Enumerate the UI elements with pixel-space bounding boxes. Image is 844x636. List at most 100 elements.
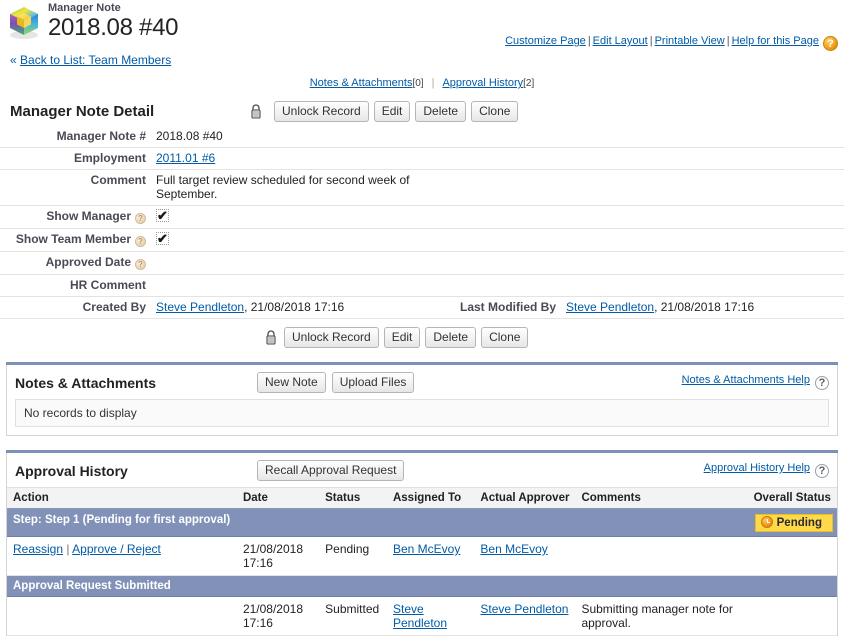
notes-attachments-body: Notes & Attachments New Note Upload File… xyxy=(6,365,838,436)
show-team-member-checkbox: ✔ xyxy=(156,231,169,246)
created-by-timestamp: , 21/08/2018 17:16 xyxy=(244,300,345,314)
approval-history-help-link[interactable]: Approval History Help xyxy=(704,462,810,474)
field-value-manager-note-number: 2018.08 #40 xyxy=(156,129,223,143)
field-value-approved-date xyxy=(150,252,420,275)
right-cell-empty-6 xyxy=(560,252,844,275)
field-row-comment: Comment Full target review scheduled for… xyxy=(0,170,844,206)
approval-step-label-1: Step: Step 1 (Pending for first approval… xyxy=(7,509,748,537)
field-value-hr-comment xyxy=(150,275,420,297)
show-manager-checkbox: ✔ xyxy=(156,208,169,223)
right-cell-empty-7 xyxy=(560,275,844,297)
util-sep-2: | xyxy=(649,35,653,47)
field-row-manager-note-number: Manager Note # 2018.08 #40 xyxy=(0,126,844,148)
help-orb-icon[interactable]: ? xyxy=(823,36,838,51)
printable-view-link[interactable]: Printable View xyxy=(655,35,725,47)
approval-history-help: Approval History Help? xyxy=(704,462,829,478)
notes-attachments-help-link[interactable]: Notes & Attachments Help xyxy=(682,374,810,386)
column-header-comments: Comments xyxy=(575,487,748,510)
spacer-cell xyxy=(420,252,560,275)
actual-approver-link[interactable]: Ben McEvoy xyxy=(480,542,547,556)
field-label-last-modified-by: Last Modified By xyxy=(459,300,556,314)
row-1-action: Reassign | Approve / Reject xyxy=(7,536,237,576)
record-header-text: Manager Note 2018.08 #40 xyxy=(48,3,178,41)
field-label-hr-comment: HR Comment xyxy=(69,278,146,292)
section-jump-links: Notes & Attachments[0] | Approval History[… xyxy=(0,67,844,89)
row-1-actual-approver: Ben McEvoy xyxy=(474,536,576,576)
jump-approval-history[interactable]: Approval History xyxy=(442,77,523,89)
unlock-record-button[interactable]: Unlock Record xyxy=(274,101,369,122)
spacer-cell xyxy=(420,206,560,229)
approval-history-section: Approval History Recall Approval Request… xyxy=(6,450,838,636)
page-title: 2018.08 #40 xyxy=(48,14,179,41)
approval-history-table-head: Action Date Status Assigned To Actual Ap… xyxy=(7,487,837,510)
notes-count: [0] xyxy=(412,78,424,89)
row-2-action xyxy=(7,596,237,636)
right-cell-empty-1 xyxy=(560,126,844,148)
field-value-employment: 2011.01 #6 xyxy=(150,148,420,170)
field-value-last-modified-by: Steve Pendleton, 21/08/2018 17:16 xyxy=(560,297,844,319)
detail-title: Manager Note Detail xyxy=(10,103,155,120)
unlock-record-button-bottom[interactable]: Unlock Record xyxy=(284,327,379,348)
column-header-assigned-to: Assigned To xyxy=(386,487,475,510)
delete-button[interactable]: Delete xyxy=(415,101,467,122)
upload-files-button[interactable]: Upload Files xyxy=(331,372,415,393)
notes-attachments-section: Notes & Attachments New Note Upload File… xyxy=(6,362,838,436)
field-row-approved-date: Approved Date? xyxy=(0,252,844,275)
reassign-link[interactable]: Reassign xyxy=(13,542,63,556)
detail-button-bar-top: Unlock Record Edit Delete Clone xyxy=(250,101,519,122)
assigned-to-link[interactable]: Ben McEvoy xyxy=(393,542,460,556)
field-row-employment: Employment 2011.01 #6 xyxy=(0,148,844,170)
field-row-show-team-member: Show Team Member? ✔ xyxy=(0,229,844,252)
clone-button[interactable]: Clone xyxy=(471,101,519,122)
approval-step-label-2: Approval Request Submitted xyxy=(7,575,837,597)
column-header-actual-approver: Actual Approver xyxy=(474,487,576,510)
row-1-assigned-to: Ben McEvoy xyxy=(386,536,475,576)
inline-help-icon[interactable]: ? xyxy=(135,236,146,247)
field-value-show-manager: ✔ xyxy=(150,206,420,229)
field-label-employment: Employment xyxy=(73,151,146,165)
help-for-this-page-link[interactable]: Help for this Page xyxy=(732,35,819,47)
column-header-status: Status xyxy=(319,487,387,510)
back-chevron-icon: « xyxy=(10,53,17,67)
new-note-button[interactable]: New Note xyxy=(257,372,326,393)
jump-notes-attachments[interactable]: Notes & Attachments xyxy=(310,77,413,89)
back-to-list-link[interactable]: Back to List: Team Members xyxy=(20,53,171,67)
created-by-user-link[interactable]: Steve Pendleton xyxy=(156,300,244,314)
notes-attachments-title: Notes & Attachments xyxy=(15,374,157,391)
row-1-date: 21/08/2018 17:16 xyxy=(236,536,320,576)
field-value-comment: Full target review scheduled for second … xyxy=(156,173,410,201)
recall-approval-request-button[interactable]: Recall Approval Request xyxy=(257,460,405,481)
approval-history-body: Approval History Recall Approval Request… xyxy=(6,453,838,636)
util-sep-1: | xyxy=(587,35,591,47)
row-2-overall-status xyxy=(747,596,837,636)
edit-button-bottom[interactable]: Edit xyxy=(383,327,421,348)
right-cell-empty-4 xyxy=(560,206,844,229)
employment-link[interactable]: 2011.01 #6 xyxy=(156,151,215,165)
edit-button[interactable]: Edit xyxy=(373,101,411,122)
field-label-show-team-member: Show Team Member? xyxy=(0,229,150,252)
clone-button-bottom[interactable]: Clone xyxy=(481,327,529,348)
inline-help-icon[interactable]: ? xyxy=(135,213,146,224)
approval-history-buttons: Recall Approval Request xyxy=(257,460,405,481)
inline-help-icon[interactable]: ? xyxy=(135,259,146,270)
last-modified-by-user-link[interactable]: Steve Pendleton xyxy=(566,300,654,314)
row-1-comments xyxy=(575,536,748,576)
actual-approver-link[interactable]: Steve Pendleton xyxy=(480,602,568,616)
column-header-overall-status: Overall Status xyxy=(747,487,837,510)
assigned-to-link[interactable]: Steve Pendleton xyxy=(393,602,447,630)
utility-links: Customize Page | Edit Layout | Printable Vie… xyxy=(505,35,838,51)
row-2-comments: Submitting manager note for approval. xyxy=(575,596,748,636)
status-badge-label: Pending xyxy=(776,517,822,529)
jump-link-sep: | xyxy=(431,77,435,89)
column-header-action: Action xyxy=(7,487,237,510)
edit-layout-link[interactable]: Edit Layout xyxy=(593,35,648,47)
detail-header: Manager Note Detail Unlock Record Edit D… xyxy=(0,101,844,126)
question-mark-icon[interactable]: ? xyxy=(815,376,829,390)
question-mark-icon[interactable]: ? xyxy=(815,464,829,478)
approve-reject-link[interactable]: Approve / Reject xyxy=(72,542,161,556)
customize-page-link[interactable]: Customize Page xyxy=(505,35,586,47)
field-value-created-by: Steve Pendleton, 21/08/2018 17:16 xyxy=(150,297,420,319)
delete-button-bottom[interactable]: Delete xyxy=(425,327,477,348)
right-cell-empty-3 xyxy=(560,170,844,206)
padlock-icon xyxy=(265,330,277,345)
